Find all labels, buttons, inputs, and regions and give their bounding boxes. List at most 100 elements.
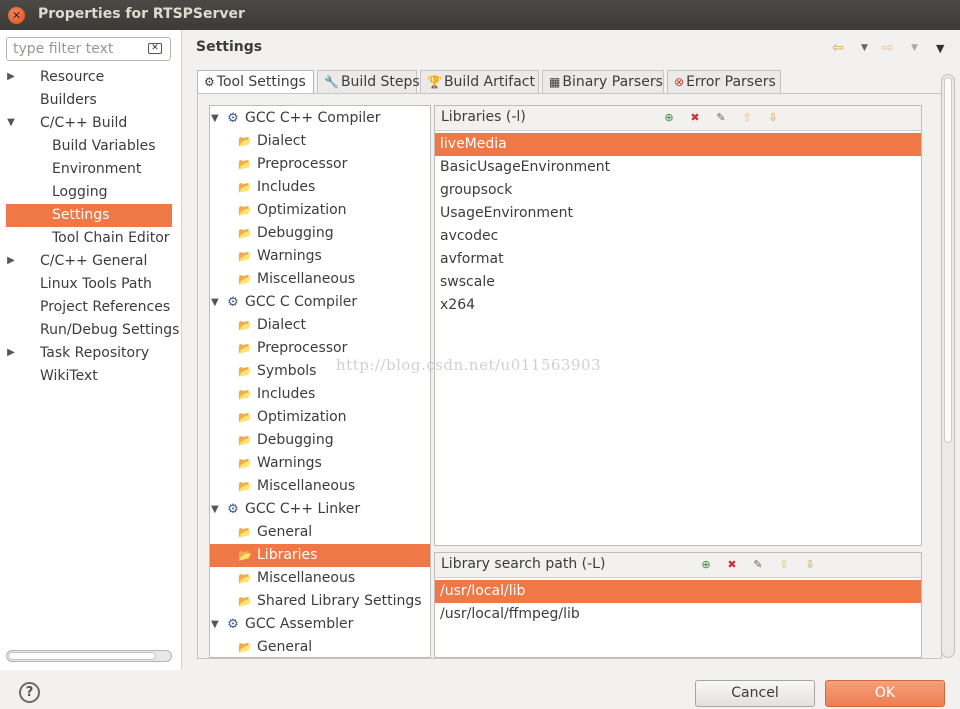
tree-option-node[interactable]: 📂 Libraries xyxy=(210,544,430,567)
tree-node-label: GCC C Compiler xyxy=(245,294,358,310)
tree-option-node[interactable]: 📂 Includes xyxy=(210,383,430,406)
tree-option-node[interactable]: 📂 Warnings xyxy=(210,245,430,268)
nav-item[interactable]: Settings xyxy=(6,204,172,227)
nav-item[interactable]: Build Variables xyxy=(52,135,156,158)
library-item[interactable]: UsageEnvironment xyxy=(435,202,921,225)
tab-label: Build Steps xyxy=(340,74,420,90)
filter-input[interactable] xyxy=(11,39,141,59)
move-down-icon[interactable]: ⇩ xyxy=(765,110,781,126)
collapsed-arrow-icon[interactable]: ▶ xyxy=(6,255,16,266)
tree-option-node[interactable]: 📂 General xyxy=(210,521,430,544)
tab-build-steps[interactable]: 🔧 Build Steps xyxy=(317,70,420,93)
tree-node-label: Miscellaneous xyxy=(257,478,356,494)
close-icon[interactable]: ✕ xyxy=(8,7,25,24)
tab-build-artifact[interactable]: 🏆 Build Artifact xyxy=(420,70,539,93)
tree-option-node[interactable]: 📂 Includes xyxy=(210,176,430,199)
view-menu-icon[interactable]: ▼ xyxy=(936,42,944,55)
nav-item[interactable]: WikiText xyxy=(40,365,98,388)
tree-option-node[interactable]: 📂 Miscellaneous xyxy=(210,475,430,498)
nav-item[interactable]: Run/Debug Settings xyxy=(40,319,179,342)
move-up-icon[interactable]: ⇧ xyxy=(739,110,755,126)
tab-label: Binary Parsers xyxy=(562,74,663,90)
library-item[interactable]: groupsock xyxy=(435,179,921,202)
folder-icon: 📂 xyxy=(238,434,252,447)
nav-item[interactable]: C/C++ General xyxy=(40,250,147,273)
add-icon[interactable]: ⊕ xyxy=(698,557,714,573)
search-path-item[interactable]: /usr/local/ffmpeg/lib xyxy=(435,603,921,626)
library-item[interactable]: BasicUsageEnvironment xyxy=(435,156,921,179)
nav-item[interactable]: Builders xyxy=(40,89,97,112)
library-item[interactable]: liveMedia xyxy=(435,133,921,156)
expanded-arrow-icon[interactable]: ▼ xyxy=(211,291,219,314)
collapsed-arrow-icon[interactable]: ▶ xyxy=(6,71,16,82)
main-scrollbar[interactable] xyxy=(941,74,955,658)
expanded-arrow-icon[interactable]: ▼ xyxy=(6,117,16,128)
nav-item[interactable]: Project References xyxy=(40,296,170,319)
forward-arrow-icon[interactable]: ⇨ xyxy=(882,40,894,56)
clear-filter-icon[interactable]: ✕ xyxy=(148,43,162,54)
tree-option-node[interactable]: 📂 Miscellaneous xyxy=(210,567,430,590)
filter-field[interactable]: ✕ xyxy=(6,37,171,61)
libraries-header: Libraries (-l) ⊕ ✖ ✎ ⇧ ⇩ xyxy=(435,106,921,131)
ok-button[interactable]: OK xyxy=(825,680,945,707)
nav-item[interactable]: Resource xyxy=(40,66,104,89)
folder-icon: 📂 xyxy=(238,204,252,217)
tree-option-node[interactable]: 📂 Debugging xyxy=(210,222,430,245)
tree-option-node[interactable]: 📂 Warnings xyxy=(210,452,430,475)
nav-item[interactable]: Task Repository xyxy=(40,342,149,365)
expanded-arrow-icon[interactable]: ▼ xyxy=(211,613,219,636)
tree-node-label: Symbols xyxy=(257,363,317,379)
forward-dropdown-icon[interactable]: ▼ xyxy=(911,43,918,53)
sidebar-scrollbar[interactable] xyxy=(6,650,172,662)
search-path-item[interactable]: /usr/local/lib xyxy=(435,580,921,603)
tree-option-node[interactable]: 📂 Optimization xyxy=(210,199,430,222)
back-arrow-icon[interactable]: ⇦ xyxy=(832,40,844,56)
move-up-icon[interactable]: ⇧ xyxy=(776,557,792,573)
tree-option-node[interactable]: 📂 General xyxy=(210,636,430,657)
nav-item[interactable]: Logging xyxy=(52,181,108,204)
folder-icon: 📂 xyxy=(238,135,252,148)
delete-icon[interactable]: ✖ xyxy=(724,557,740,573)
add-icon[interactable]: ⊕ xyxy=(661,110,677,126)
tree-option-node[interactable]: 📂 Dialect xyxy=(210,130,430,153)
tab-tool-settings[interactable]: ⚙ Tool Settings xyxy=(197,70,314,94)
tab-label: Build Artifact xyxy=(443,74,535,90)
library-item[interactable]: avformat xyxy=(435,248,921,271)
nav-item[interactable]: Tool Chain Editor xyxy=(52,227,170,250)
collapsed-arrow-icon[interactable]: ▶ xyxy=(6,347,16,358)
edit-icon[interactable]: ✎ xyxy=(750,557,766,573)
tree-option-node[interactable]: 📂 Miscellaneous xyxy=(210,268,430,291)
tree-option-node[interactable]: 📂 Preprocessor xyxy=(210,153,430,176)
nav-item[interactable]: Linux Tools Path xyxy=(40,273,152,296)
delete-icon[interactable]: ✖ xyxy=(687,110,703,126)
tree-node-label: GCC Assembler xyxy=(245,616,354,632)
tab-error-parsers[interactable]: ⊗ Error Parsers xyxy=(667,70,781,93)
library-item[interactable]: x264 xyxy=(435,294,921,317)
move-down-icon[interactable]: ⇩ xyxy=(802,557,818,573)
tool-gear-icon: ⚙ xyxy=(227,111,239,126)
sidebar-scroll-thumb[interactable] xyxy=(8,652,156,660)
tree-tool-node[interactable]: ▼ ⚙ GCC C++ Linker xyxy=(210,498,430,521)
expanded-arrow-icon[interactable]: ▼ xyxy=(211,498,219,521)
folder-icon: 📂 xyxy=(238,549,252,562)
tool-gear-icon: ⚙ xyxy=(227,617,239,632)
main-scroll-thumb[interactable] xyxy=(944,77,952,443)
tree-tool-node[interactable]: ▼ ⚙ GCC C Compiler xyxy=(210,291,430,314)
libraries-title: Libraries (-l) xyxy=(441,109,526,125)
help-icon[interactable]: ? xyxy=(19,682,40,703)
cancel-button[interactable]: Cancel xyxy=(695,680,815,707)
library-item[interactable]: avcodec xyxy=(435,225,921,248)
nav-item[interactable]: Environment xyxy=(52,158,141,181)
tree-tool-node[interactable]: ▼ ⚙ GCC Assembler xyxy=(210,613,430,636)
expanded-arrow-icon[interactable]: ▼ xyxy=(211,107,219,130)
tab-binary-parsers[interactable]: ▦ Binary Parsers xyxy=(542,70,664,93)
tree-option-node[interactable]: 📂 Shared Library Settings xyxy=(210,590,430,613)
edit-icon[interactable]: ✎ xyxy=(713,110,729,126)
tree-option-node[interactable]: 📂 Dialect xyxy=(210,314,430,337)
tree-option-node[interactable]: 📂 Optimization xyxy=(210,406,430,429)
library-item[interactable]: swscale xyxy=(435,271,921,294)
nav-item[interactable]: C/C++ Build xyxy=(40,112,127,135)
tree-tool-node[interactable]: ▼ ⚙ GCC C++ Compiler xyxy=(210,107,430,130)
tree-option-node[interactable]: 📂 Debugging xyxy=(210,429,430,452)
back-dropdown-icon[interactable]: ▼ xyxy=(861,43,868,53)
